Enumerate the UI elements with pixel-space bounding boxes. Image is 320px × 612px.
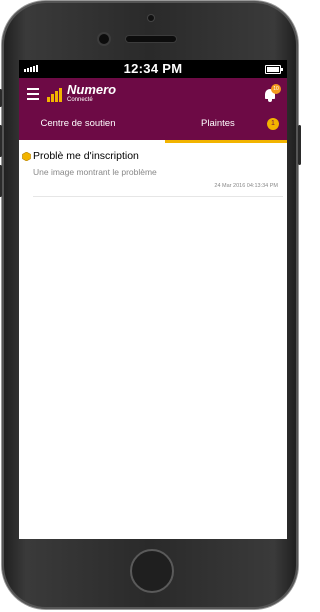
tab-plaintes[interactable]: Plaintes 1 [165, 112, 287, 140]
menu-icon[interactable] [27, 88, 39, 100]
volume-down-button [0, 165, 2, 197]
power-button [298, 125, 301, 165]
complaint-timestamp: 24 Mar 2016 04:13:34 PM [214, 183, 278, 189]
phone-frame: 12:34 PM Numero Connecté 10 Centre de so… [0, 1, 301, 609]
notification-badge: 10 [271, 84, 281, 94]
notifications-button[interactable]: 10 [263, 84, 281, 102]
status-bar: 12:34 PM [19, 60, 287, 78]
tab-count-badge: 1 [267, 118, 279, 130]
front-camera [99, 34, 109, 44]
list-item[interactable]: Problè me d'inscription Une image montra… [19, 148, 287, 197]
connection-status: Connecté [67, 97, 93, 103]
tab-label: Plaintes [201, 118, 235, 129]
mute-switch [0, 89, 2, 107]
complaint-description: Une image montrant le problème [33, 167, 157, 177]
home-button[interactable] [130, 549, 174, 593]
screen: 12:34 PM Numero Connecté 10 Centre de so… [19, 60, 287, 539]
tab-label: Centre de soutien [40, 118, 116, 129]
logo-icon [47, 88, 62, 102]
tab-centre-de-soutien[interactable]: Centre de soutien [19, 112, 137, 140]
status-time: 12:34 PM [123, 61, 183, 76]
battery-icon [265, 65, 283, 74]
divider [33, 196, 283, 197]
earpiece-speaker [126, 36, 176, 42]
proximity-sensor [148, 15, 154, 21]
complaint-title: Problè me d'inscription [33, 150, 139, 162]
complaint-hexagon-icon [22, 152, 31, 161]
app-logo: Numero [67, 82, 117, 97]
app-bar: Numero Connecté 10 [19, 78, 287, 112]
tab-bar: Centre de soutien Plaintes 1 [19, 112, 287, 140]
active-tab-indicator [165, 140, 287, 143]
volume-up-button [0, 125, 2, 157]
